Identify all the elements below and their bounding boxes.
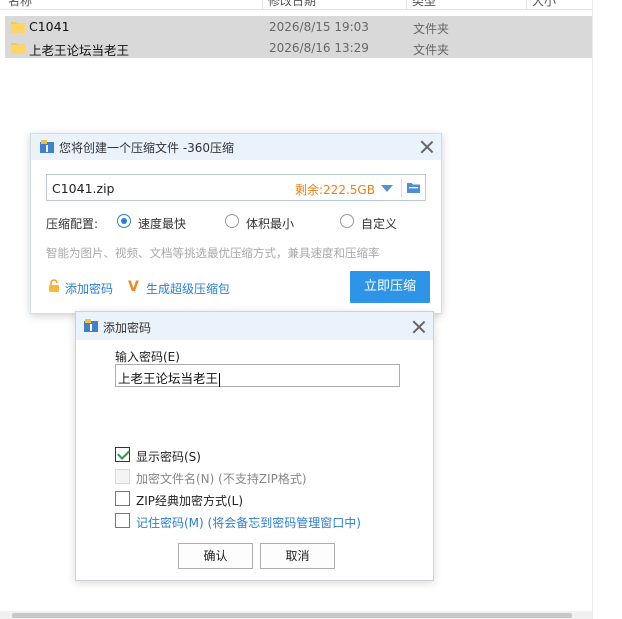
file-name: 上老王论坛当老王 (29, 43, 130, 58)
archive-app-icon (84, 319, 98, 332)
free-space-label: 剩余:222.5GB (295, 183, 375, 197)
file-row[interactable]: 上老王论坛当老王 2026/8/16 13:29 文件夹 (5, 37, 592, 58)
file-date: 2026/8/16 13:29 (269, 41, 369, 55)
super-package-link[interactable]: 生成超级压缩包 (146, 280, 230, 297)
add-password-dialog: 添加密码 输入密码(E) 上老王论坛当老王 显示密码(S) 加密文件名(N) (… (75, 311, 434, 581)
show-password-checkbox[interactable] (115, 447, 130, 462)
compress-now-button[interactable]: 立即压缩 (350, 271, 430, 303)
file-type: 文件夹 (413, 43, 450, 57)
column-divider[interactable] (406, 0, 407, 9)
radio-label-fastest[interactable]: 速度最快 (138, 215, 186, 232)
file-row[interactable]: C1041 2026/8/15 19:03 文件夹 (5, 16, 592, 37)
encrypt-filenames-label: 加密文件名(N) (不支持ZIP格式) (136, 472, 307, 486)
confirm-button[interactable]: 确认 (178, 543, 253, 569)
dialog-title: 您将创建一个压缩文件 -360压缩 (59, 141, 235, 155)
radio-custom[interactable] (340, 214, 354, 228)
details-pane (592, 0, 622, 619)
zip-classic-encryption-label[interactable]: ZIP经典加密方式(L) (136, 492, 243, 509)
archive-filename[interactable]: C1041.zip (52, 181, 114, 196)
add-password-link[interactable]: 添加密码 (65, 280, 113, 297)
zip-classic-encryption-checkbox[interactable] (115, 491, 130, 506)
scrollbar-thumb[interactable] (12, 613, 572, 618)
column-divider[interactable] (526, 0, 527, 9)
compression-hint: 智能为图片、视频、文档等挑选最优压缩方式，兼具速度和压缩率 (46, 246, 380, 260)
column-type[interactable]: 类型 (412, 0, 436, 9)
radio-label-smallest[interactable]: 体积最小 (246, 215, 294, 232)
encrypt-filenames-checkbox (115, 469, 130, 484)
remember-password-checkbox[interactable] (115, 513, 130, 528)
password-value: 上老王论坛当老王 (118, 371, 219, 386)
radio-smallest[interactable] (225, 214, 239, 228)
file-date: 2026/8/15 19:03 (269, 20, 369, 34)
show-password-label[interactable]: 显示密码(S) (136, 448, 201, 465)
file-type: 文件夹 (413, 22, 450, 36)
super-package-icon: V (128, 279, 139, 295)
remember-password-label[interactable]: 记住密码(M) (将会备忘到密码管理窗口中) (136, 514, 361, 531)
column-date[interactable]: 修改日期 (268, 0, 316, 9)
radio-fastest[interactable] (117, 214, 131, 228)
cancel-button[interactable]: 取消 (260, 543, 335, 569)
password-input[interactable]: 上老王论坛当老王 (115, 364, 400, 387)
lock-icon[interactable] (48, 279, 60, 292)
column-size[interactable]: 大小 (532, 0, 556, 9)
column-divider[interactable] (262, 0, 263, 9)
folder-icon (11, 43, 25, 54)
dialog-title: 添加密码 (103, 321, 152, 335)
archive-path-field[interactable]: C1041.zip 剩余:222.5GB (46, 174, 426, 201)
compression-config-label: 压缩配置: (46, 217, 99, 231)
dialog-titlebar: 添加密码 (76, 312, 433, 340)
file-name: C1041 (29, 19, 70, 34)
archive-app-icon (40, 140, 54, 153)
password-label: 输入密码(E) (115, 350, 180, 364)
divider (401, 179, 402, 197)
column-header: 名称 修改日期 类型 大小 (0, 0, 592, 10)
dialog-titlebar: 您将创建一个压缩文件 -360压缩 (31, 134, 441, 160)
close-icon[interactable] (412, 320, 426, 334)
browse-folder-icon[interactable] (407, 182, 420, 193)
folder-icon (11, 22, 25, 33)
chevron-down-icon[interactable] (381, 185, 393, 192)
radio-label-custom[interactable]: 自定义 (361, 215, 397, 232)
column-name[interactable]: 名称 (8, 0, 32, 9)
close-icon[interactable] (420, 140, 434, 154)
create-archive-dialog: 您将创建一个压缩文件 -360压缩 C1041.zip 剩余:222.5GB 压… (30, 133, 442, 314)
text-caret (219, 372, 221, 387)
